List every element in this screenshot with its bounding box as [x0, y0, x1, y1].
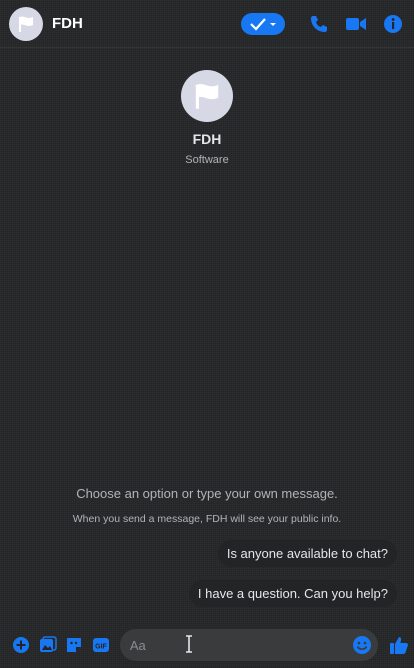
- send-like-button[interactable]: [388, 634, 410, 656]
- flag-icon: [19, 16, 33, 32]
- quick-reply-button[interactable]: I have a question. Can you help?: [188, 580, 397, 607]
- profile-name[interactable]: FDH: [193, 131, 222, 147]
- header-actions: [241, 12, 405, 36]
- message-input[interactable]: [129, 629, 353, 661]
- conversation-info-button[interactable]: [381, 12, 405, 36]
- video-camera-icon: [346, 17, 366, 30]
- check-dropdown-icon: [250, 17, 276, 31]
- sticker-icon: [67, 638, 82, 652]
- chat-header: FDH: [0, 0, 414, 48]
- quick-reply-button[interactable]: Is anyone available to chat?: [217, 540, 397, 567]
- plus-circle-icon: [12, 637, 29, 653]
- page-avatar[interactable]: [9, 6, 43, 41]
- conversation-prompt: Choose an option or type your own messag…: [76, 486, 338, 501]
- image-icon: [39, 636, 57, 652]
- gif-icon: GIF: [93, 638, 110, 652]
- header-title[interactable]: FDH: [52, 15, 83, 32]
- audio-call-button[interactable]: [307, 12, 331, 36]
- attach-image-button[interactable]: [38, 635, 58, 655]
- thumbs-up-icon: [390, 637, 409, 654]
- profile-avatar[interactable]: [181, 70, 233, 122]
- text-cursor-icon: [185, 635, 192, 653]
- phone-icon: [311, 15, 327, 32]
- page-profile: FDH Software: [0, 70, 414, 166]
- video-call-button[interactable]: [344, 12, 368, 36]
- flag-icon: [195, 84, 219, 109]
- gif-button[interactable]: GIF: [91, 635, 111, 655]
- mark-done-button[interactable]: [241, 12, 285, 35]
- message-input-container[interactable]: [119, 629, 379, 661]
- message-composer: GIF: [0, 622, 414, 668]
- privacy-notice: When you send a message, FDH will see yo…: [72, 513, 342, 525]
- sticker-button[interactable]: [64, 635, 84, 655]
- profile-category: Software: [185, 154, 229, 166]
- svg-text:GIF: GIF: [95, 644, 107, 651]
- more-actions-button[interactable]: [11, 635, 31, 655]
- emoji-icon[interactable]: [352, 635, 372, 655]
- info-icon: [384, 14, 402, 33]
